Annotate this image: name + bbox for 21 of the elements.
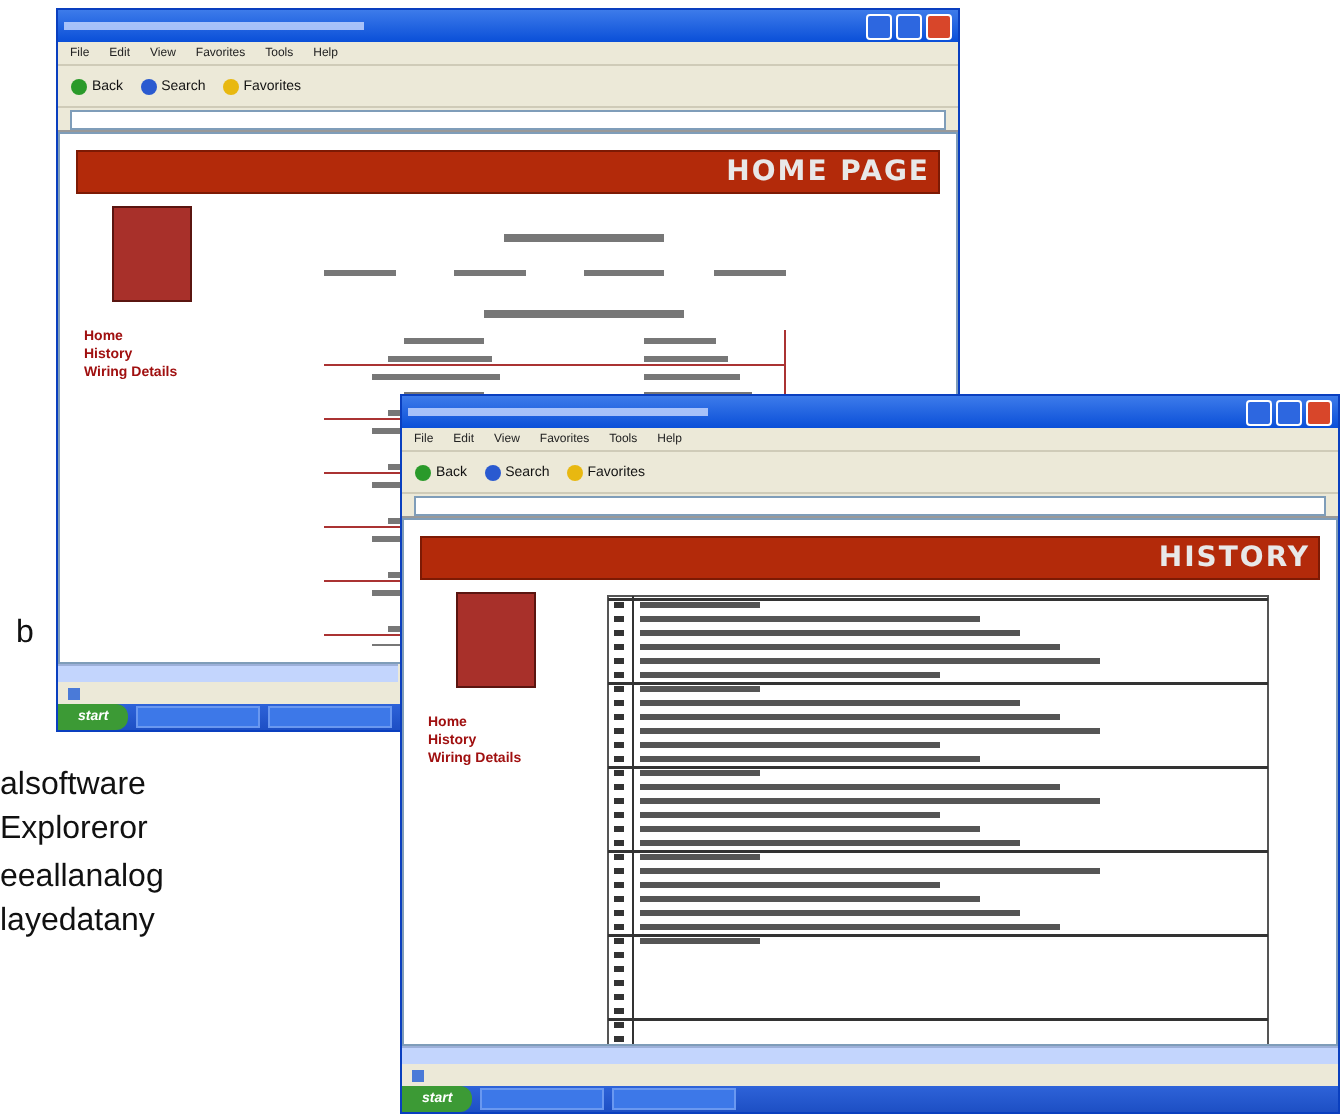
caption-text: eeallanalog xyxy=(0,860,164,896)
caption-text: b xyxy=(16,616,34,652)
maximize-button[interactable] xyxy=(1276,399,1302,425)
caption-text: layedatany xyxy=(0,904,155,940)
page-icon xyxy=(66,685,82,701)
address-field[interactable] xyxy=(414,495,1326,515)
caption-text: Explоreror xyxy=(0,812,148,848)
page-icon xyxy=(410,1067,426,1083)
photo-placeholder xyxy=(456,592,536,688)
minimize-button[interactable] xyxy=(866,13,892,39)
address-field[interactable] xyxy=(70,109,946,129)
caption-text: alsoftware xyxy=(0,768,146,804)
close-button[interactable] xyxy=(926,13,952,39)
banner-title: HISTORY xyxy=(1158,542,1310,574)
close-button[interactable] xyxy=(1306,399,1332,425)
banner-title: HOME PAGE xyxy=(726,156,930,188)
maximize-button[interactable] xyxy=(896,13,922,39)
horizontal-scrollbar[interactable] xyxy=(402,1046,1338,1064)
minimize-button[interactable] xyxy=(1246,399,1272,425)
photo-placeholder xyxy=(112,206,192,302)
horizontal-scrollbar[interactable] xyxy=(58,664,398,682)
